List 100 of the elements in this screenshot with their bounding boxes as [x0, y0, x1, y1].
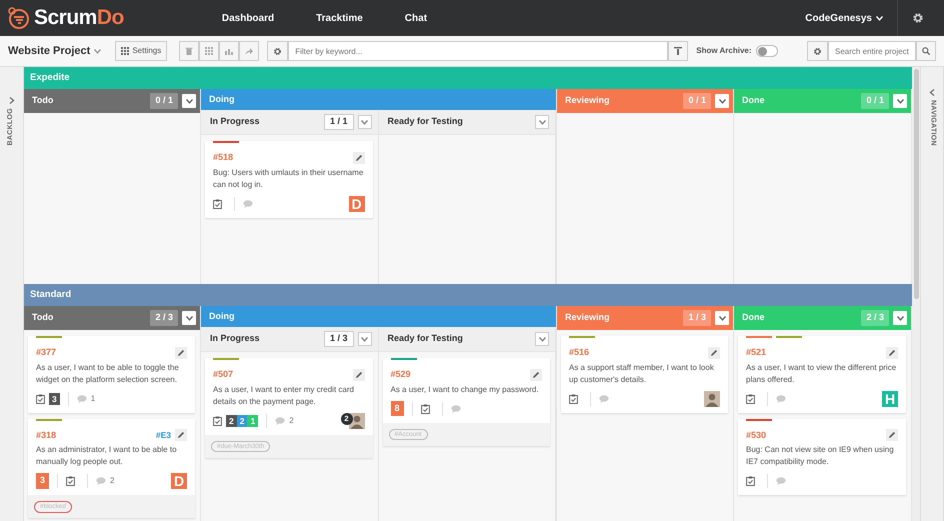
- column-title: In Progress: [210, 115, 260, 128]
- settings-icon[interactable]: [273, 46, 282, 56]
- column-menu-button[interactable]: [535, 115, 549, 129]
- card-number[interactable]: #518: [213, 151, 234, 164]
- pencil-icon: [532, 370, 540, 379]
- checklist-icon: [213, 416, 222, 426]
- card-number[interactable]: #521: [746, 346, 766, 360]
- epic-link[interactable]: #E3: [156, 428, 171, 442]
- pencil-icon: [354, 154, 362, 162]
- share-icon: [245, 47, 254, 55]
- checklist-icon: [746, 394, 755, 404]
- story-card[interactable]: #518 Bug: Users with umlauts in their username can not log in. D: [205, 141, 372, 218]
- card-text: As a user, I want to enter my credit card details on the payment page.: [213, 384, 355, 408]
- card-text: Bug: Users with umlauts in their username can not log in.: [213, 166, 364, 190]
- comment-icon: [275, 416, 286, 424]
- task-count: 2: [236, 414, 248, 426]
- column-menu-button[interactable]: [715, 311, 729, 325]
- search-settings-button[interactable]: [807, 41, 828, 61]
- checklist-icon: [213, 198, 222, 208]
- edit-button[interactable]: [352, 368, 364, 381]
- scrollbar[interactable]: [912, 67, 920, 521]
- archive-label: Show Archive:: [696, 45, 752, 57]
- column-menu-button[interactable]: [535, 332, 549, 346]
- checklist-icon: [569, 394, 578, 404]
- user-menu[interactable]: CodeGenesys: [805, 10, 883, 26]
- logo-icon[interactable]: [8, 7, 30, 29]
- column-menu-button[interactable]: [358, 332, 372, 346]
- pencil-icon: [710, 348, 718, 357]
- pencil-icon: [177, 348, 185, 357]
- nav-link[interactable]: Chat: [404, 10, 428, 26]
- points-badge: 3: [36, 473, 50, 489]
- comment-icon: [76, 394, 87, 402]
- column-title: Done: [742, 311, 764, 324]
- story-card[interactable]: #377 As a user, I want to be able to toggle the widget on the platform selection screen. 3 1: [28, 336, 195, 412]
- edit-button[interactable]: [175, 429, 187, 442]
- edit-button[interactable]: [708, 346, 720, 359]
- checklist-icon: [746, 476, 755, 486]
- caret-icon: [361, 120, 368, 124]
- story-card[interactable]: #521 As a user, I want to view the different price plans offered. H: [738, 336, 906, 412]
- filter-field[interactable]: Filter by keyword...: [288, 41, 668, 61]
- avatar[interactable]: D: [348, 196, 364, 212]
- task-count: 3: [49, 392, 60, 404]
- checklist-icon: [66, 476, 76, 486]
- settings-button[interactable]: Settings: [115, 41, 168, 61]
- caret-icon: [186, 98, 192, 104]
- edit-button[interactable]: [886, 429, 898, 442]
- edit-button[interactable]: [352, 152, 364, 164]
- card-number[interactable]: #516: [569, 346, 590, 360]
- card-number[interactable]: #507: [213, 368, 234, 382]
- search-button[interactable]: [916, 41, 936, 61]
- column-menu-button[interactable]: [182, 94, 196, 108]
- comment-count: 2: [289, 414, 294, 426]
- edit-button[interactable]: [886, 346, 898, 359]
- column-menu-button[interactable]: [715, 94, 729, 108]
- pencil-icon: [177, 431, 185, 440]
- column-title: In Progress: [210, 332, 260, 346]
- filter-settings-button[interactable]: [267, 41, 288, 61]
- caret-icon: [896, 98, 904, 104]
- comment-icon: [776, 477, 786, 485]
- logo-text[interactable]: ScrumDo: [34, 2, 124, 34]
- column-title: Todo: [32, 311, 54, 324]
- column-menu-button[interactable]: [893, 311, 907, 325]
- card-text: As a support staff member, I want to look up customer's details.: [569, 362, 715, 386]
- task-count: 2: [226, 414, 237, 426]
- column-title: Todo: [32, 94, 54, 108]
- edit-button[interactable]: [530, 368, 542, 381]
- card-number[interactable]: #529: [390, 368, 411, 382]
- avatar[interactable]: D: [171, 473, 187, 489]
- archive-toggle[interactable]: [756, 45, 778, 57]
- points-badge: 8: [390, 400, 404, 416]
- caret-icon: [876, 16, 883, 20]
- column-menu-button[interactable]: [358, 115, 372, 129]
- column-count: 1 / 3: [324, 331, 354, 347]
- search-field[interactable]: Search entire project: [828, 41, 916, 61]
- settings-icon[interactable]: [813, 46, 822, 56]
- column-title: Ready for Testing: [388, 115, 463, 128]
- filter-button[interactable]: [668, 41, 688, 61]
- project-title[interactable]: Website Project: [8, 42, 90, 60]
- column-count: 2 / 3: [150, 310, 178, 326]
- edit-button[interactable]: [175, 346, 187, 359]
- caret-icon: [361, 336, 368, 342]
- card-text: As a user, I want to be able to toggle the widget on the platform selection screen.: [36, 362, 180, 386]
- column-count: 1 / 3: [683, 310, 711, 326]
- column-title: Done: [742, 94, 764, 108]
- grid-icon: [121, 47, 130, 55]
- nav-link[interactable]: Tracktime: [316, 10, 363, 26]
- caret-icon: [718, 316, 726, 320]
- story-card[interactable]: #516 As a support staff member, I want to look up customer's details.: [561, 336, 728, 412]
- column-menu-button[interactable]: [182, 311, 196, 325]
- grid-icon: [205, 47, 214, 55]
- card-number[interactable]: #318: [36, 428, 56, 442]
- caret-icon: [896, 316, 904, 320]
- card-number[interactable]: #377: [36, 346, 56, 360]
- card-number[interactable]: #530: [746, 428, 766, 442]
- card-text: As a user, I want to change my password.: [390, 384, 540, 396]
- story-card[interactable]: #530 Bug: Can not view site on IE9 when using IE7 compatibility mode.: [738, 418, 906, 495]
- swimlane-header[interactable]: Standard: [24, 284, 912, 306]
- column-menu-button[interactable]: [893, 94, 907, 108]
- comment-icon: [599, 394, 609, 402]
- nav-link[interactable]: Dashboard: [222, 10, 274, 26]
